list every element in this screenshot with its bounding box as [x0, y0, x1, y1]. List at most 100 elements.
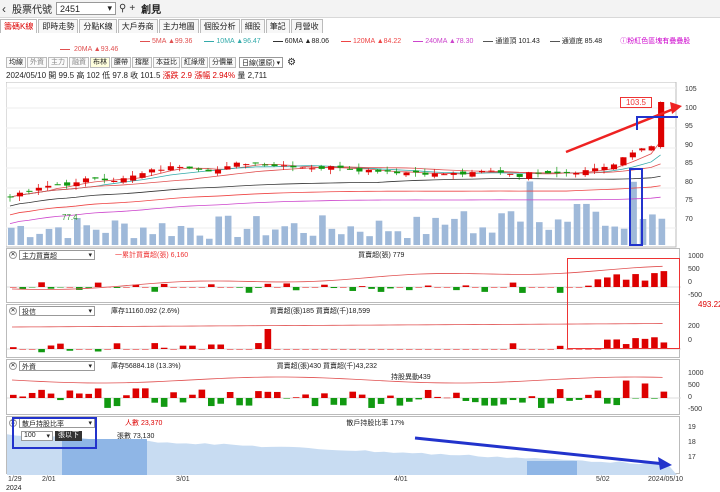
net-bar: [566, 349, 573, 350]
candle-body: [431, 173, 438, 177]
volume-bar: [413, 216, 421, 245]
settings-icon[interactable]: ⚙: [287, 57, 296, 68]
candle-body: [629, 152, 636, 158]
stock-name: 創見: [141, 5, 162, 16]
candle-body: [205, 169, 212, 172]
net-bar: [321, 284, 328, 287]
candle-body: [544, 170, 552, 174]
net-bar: [434, 396, 441, 398]
net-bar: [472, 349, 479, 350]
volume-bar: [130, 238, 138, 245]
tab-6[interactable]: 細股: [240, 19, 265, 33]
net-bar: [311, 349, 319, 350]
volume-bar: [45, 228, 53, 245]
channel-top-legend: 通道頂 101.43: [483, 36, 540, 46]
date-tick: 3/01: [176, 476, 190, 483]
tab-3[interactable]: 大戶券商: [117, 19, 158, 33]
indicator-tab-4[interactable]: 布林: [90, 57, 110, 68]
volume-bar: [375, 220, 383, 245]
candle-body: [309, 168, 316, 170]
ma240-legend: 240MA ▲78.30: [413, 36, 473, 46]
net-bar: [453, 349, 460, 350]
price-info: 2024/05/10 開 99.5 高 102 低 97.8 收 101.5 漲…: [6, 71, 268, 80]
net-bar: [490, 398, 498, 406]
period-select[interactable]: 日線(還原) ▾: [239, 57, 284, 68]
indicator-tab-0[interactable]: 均線: [6, 57, 26, 68]
net-bar: [547, 398, 555, 404]
volume-bar: [422, 234, 430, 245]
net-bar: [472, 398, 479, 403]
net-bar: [10, 347, 17, 349]
candle-body: [214, 169, 222, 174]
net-bar: [575, 398, 583, 400]
trend-arrow: [414, 436, 672, 470]
net-bar: [245, 398, 253, 406]
net-bar: [538, 349, 545, 350]
ma10-legend: 10MA ▲96.47: [204, 36, 261, 46]
axis-tick: 0: [688, 394, 692, 401]
indicator-tab-1[interactable]: 外資: [27, 57, 47, 68]
net-bar: [160, 398, 168, 407]
volume-bar: [74, 218, 81, 245]
price-highlight: [636, 116, 678, 130]
candle-body: [375, 169, 382, 172]
tab-2[interactable]: 分點K線: [79, 19, 117, 33]
net-bar: [264, 283, 272, 287]
net-bar: [132, 388, 140, 398]
net-bar: [368, 349, 375, 350]
tab-0[interactable]: 籌碼K線: [0, 19, 38, 33]
net-bar: [387, 395, 394, 398]
volume-bar: [460, 211, 468, 245]
net-bar: [321, 393, 328, 398]
indicator-tab-8[interactable]: 紅綠燈: [181, 57, 208, 68]
net-bar: [198, 389, 206, 398]
net-bar: [490, 349, 498, 350]
tab-8[interactable]: 月營收: [290, 19, 323, 33]
candle-body: [460, 171, 467, 175]
channel-bottom-legend: 通道底 85.48: [549, 36, 602, 46]
stock-code-input[interactable]: 2451 ▾: [56, 2, 116, 15]
date-tick: 5/02: [596, 476, 610, 483]
net-bar: [170, 392, 177, 398]
ma20-legend: 20MA ▲93.46: [60, 46, 118, 56]
ma60-legend: 60MA ▲88.06: [272, 36, 329, 46]
net-bar: [632, 398, 639, 399]
candle-body: [554, 171, 561, 174]
net-bar: [377, 287, 385, 292]
back-icon[interactable]: ‹: [2, 2, 12, 16]
net-bar: [170, 287, 177, 288]
indicator-tab-5[interactable]: 腰帶: [111, 57, 131, 68]
candle-body: [365, 169, 372, 173]
volume-bar: [620, 228, 628, 245]
indicator-tab-6[interactable]: 撐壓: [132, 57, 152, 68]
net-bar: [424, 285, 432, 287]
net-bar: [57, 287, 64, 288]
indicator-tab-2[interactable]: 主力: [48, 57, 68, 68]
tab-5[interactable]: 個股分析: [199, 19, 240, 33]
volume-bar: [545, 229, 553, 245]
indicator-tab-9[interactable]: 分價量: [209, 57, 236, 68]
net-bar: [151, 343, 159, 349]
indicator-tab-3[interactable]: 融資: [69, 57, 89, 68]
net-bar: [226, 349, 234, 350]
dropdown-arrow-icon[interactable]: ▾: [107, 3, 112, 14]
search-icon[interactable]: ⚲: [119, 3, 126, 14]
volume-bar: [243, 228, 251, 245]
price-chart[interactable]: [6, 82, 716, 248]
date-axis: 1/29 2/01 3/01 4/01 5/02 2024/05/10: [0, 475, 720, 492]
add-icon[interactable]: +: [129, 3, 135, 14]
net-bar: [255, 287, 262, 288]
volume-bar: [517, 221, 524, 245]
volume-bar: [488, 232, 496, 245]
indicator-tab-7[interactable]: 本益比: [153, 57, 180, 68]
pink-zone-link[interactable]: ⓘ 粉紅色區塊有疊疊股: [620, 36, 690, 46]
date-tick: 2024/05/10: [648, 476, 684, 483]
tab-7[interactable]: 筆記: [265, 19, 290, 33]
candle-body: [497, 170, 504, 173]
candle-body: [516, 174, 523, 177]
candle-body: [271, 164, 278, 167]
net-bar: [151, 287, 159, 292]
tab-1[interactable]: 即時走勢: [38, 19, 79, 33]
net-bar: [113, 287, 121, 288]
tab-4[interactable]: 主力地圖: [158, 19, 199, 33]
